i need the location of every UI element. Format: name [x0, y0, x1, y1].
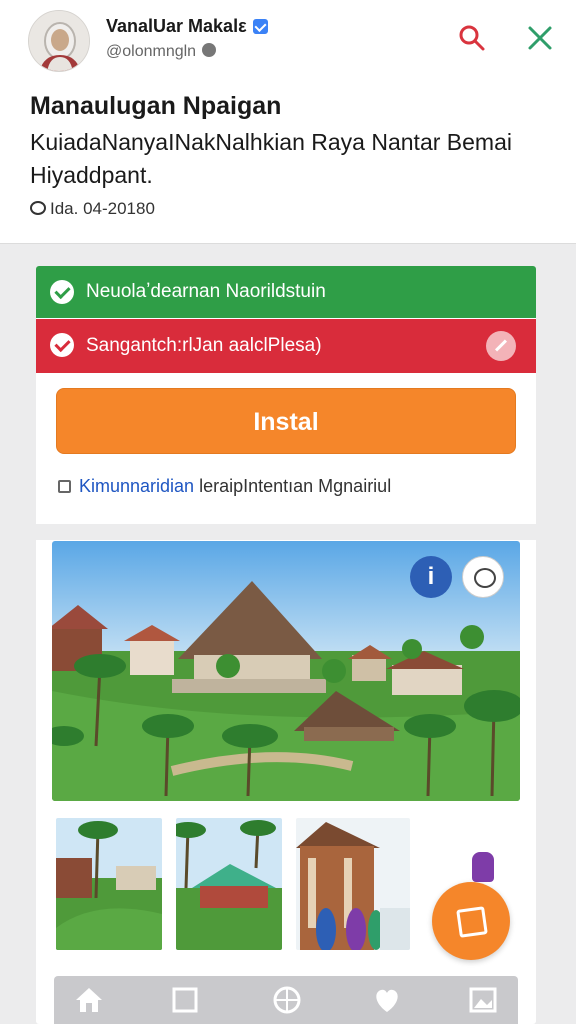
home-glyph: [76, 988, 102, 1012]
post-body: KuiadaNanyaINakNalhkian Raya Nantar Bema…: [30, 129, 512, 188]
check-icon: [50, 280, 74, 304]
image-icon[interactable]: [466, 984, 500, 1016]
divider: [36, 524, 536, 540]
compose-fab[interactable]: [432, 882, 510, 960]
green-banner[interactable]: Neuolaʼdearnan Naorildstuin: [36, 266, 536, 318]
avatar[interactable]: [28, 10, 90, 72]
search-icon: [459, 25, 485, 51]
heart-glyph: [376, 989, 398, 1012]
verified-badge-icon: [252, 19, 268, 34]
close-button[interactable]: [524, 22, 556, 54]
thumbnail-image: [176, 818, 282, 950]
check-icon: [50, 333, 74, 357]
thumbnail-image: [56, 818, 162, 950]
promo-link[interactable]: Kimunnaridian: [79, 476, 194, 496]
thumbnail-2[interactable]: [176, 818, 282, 950]
globe-glyph: [273, 986, 301, 1014]
account-name-text: VanalUar Makalε: [106, 16, 247, 36]
account-name[interactable]: VanalUar Makalε: [106, 16, 268, 37]
globe-icon[interactable]: [270, 984, 304, 1016]
post-meta-text: Ida. 04-20180: [50, 199, 155, 218]
expand-button[interactable]: [486, 331, 516, 361]
post-meta: Ida. 04-20180: [30, 199, 155, 219]
globe-icon: [202, 43, 217, 57]
figure-decoration: [472, 852, 494, 882]
info-button[interactable]: i: [410, 556, 452, 598]
red-banner-label: Sangantch:rlJan aalclPlesa): [86, 335, 322, 356]
external-link-icon: [58, 480, 71, 493]
comment-icon: [30, 201, 46, 215]
thumbnail-1[interactable]: [56, 818, 162, 950]
home-icon[interactable]: [72, 984, 106, 1016]
search-button[interactable]: [456, 22, 488, 54]
ad-card: Neuolaʼdearnan Naorildstuin Sangantch:rl…: [36, 266, 536, 1024]
red-banner[interactable]: Sangantch:rlJan aalclPlesa): [36, 319, 536, 373]
image-glyph: [469, 987, 497, 1013]
thumbnail-3[interactable]: [296, 818, 410, 950]
promo-line: Kimunnaridian leraipIntentıan Mgnairiul: [58, 476, 391, 497]
avatar-image: [29, 11, 89, 71]
promo-text: leraipIntentıan Mgnairiul: [194, 476, 392, 496]
comment-button[interactable]: [462, 556, 504, 598]
green-banner-label: Neuolaʼdearnan Naorildstuin: [86, 281, 326, 302]
account-handle-text: @olonmngln: [106, 43, 197, 60]
square-glyph: [172, 987, 198, 1013]
account-handle: @olonmngln: [106, 43, 217, 61]
thumbnail-image: [296, 818, 410, 950]
close-icon: [528, 26, 552, 50]
heart-icon[interactable]: [370, 984, 404, 1016]
square-icon[interactable]: [168, 984, 202, 1016]
post-header: VanalUar Makalε @olonmngln Manaulugan Np…: [0, 0, 576, 244]
bottom-tabbar: [54, 976, 518, 1024]
post-title: Manaulugan Npaigan: [30, 92, 282, 120]
install-button[interactable]: Instal: [56, 388, 516, 454]
